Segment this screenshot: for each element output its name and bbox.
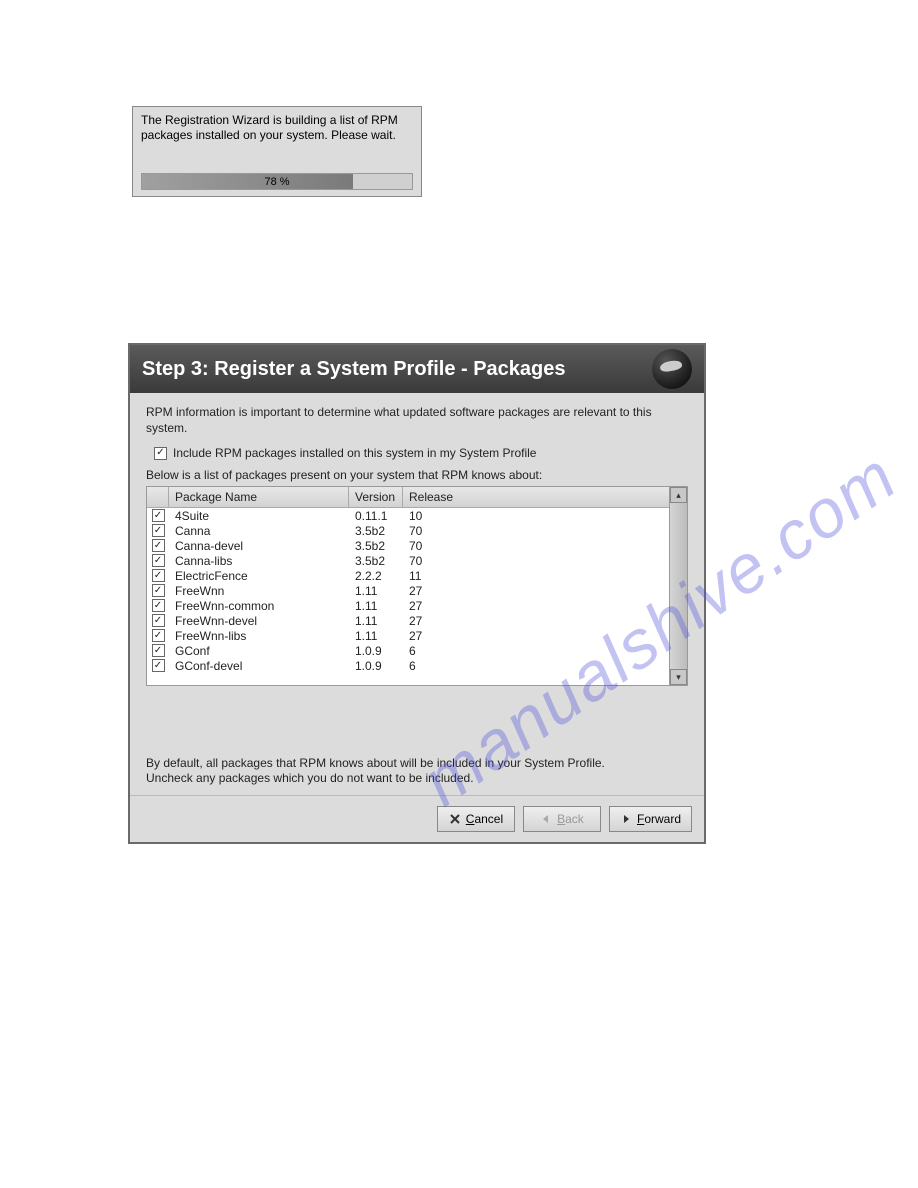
wizard-titlebar: Step 3: Register a System Profile - Pack…	[130, 345, 704, 393]
wizard-footer-note: By default, all packages that RPM knows …	[146, 696, 688, 787]
package-name: ElectricFence	[169, 569, 349, 583]
scroll-up-icon[interactable]: ▴	[670, 487, 687, 503]
package-checkbox[interactable]: ✓	[152, 599, 165, 612]
package-row[interactable]: ✓ FreeWnn-devel1.1127	[147, 613, 669, 628]
package-name: GConf	[169, 644, 349, 658]
col-version[interactable]: Version	[349, 487, 403, 507]
package-rows: ✓4Suite0.11.110✓Canna3.5b270✓Canna-devel…	[147, 508, 669, 685]
package-name: GConf-devel	[169, 659, 349, 673]
package-version: 1.11	[349, 614, 403, 628]
footer-note-line-1: By default, all packages that RPM knows …	[146, 756, 688, 772]
package-version: 3.5b2	[349, 524, 403, 538]
package-row[interactable]: ✓ Canna-devel3.5b270	[147, 538, 669, 553]
package-release: 6	[403, 659, 669, 673]
include-rpm-checkbox[interactable]: ✓	[154, 447, 167, 460]
footer-note-line-2: Uncheck any packages which you do not wa…	[146, 771, 688, 787]
wizard-title: Step 3: Register a System Profile - Pack…	[142, 358, 566, 381]
package-checkbox[interactable]: ✓	[152, 524, 165, 537]
package-release: 6	[403, 644, 669, 658]
package-version: 1.11	[349, 584, 403, 598]
forward-arrow-icon	[620, 813, 632, 825]
package-checkbox[interactable]: ✓	[152, 509, 165, 522]
include-rpm-label: Include RPM packages installed on this s…	[173, 446, 536, 460]
package-list-label: Below is a list of packages present on y…	[146, 468, 688, 482]
progress-message: The Registration Wizard is building a li…	[141, 113, 413, 143]
package-row[interactable]: ✓ Canna-libs3.5b270	[147, 553, 669, 568]
package-version: 2.2.2	[349, 569, 403, 583]
wizard-body: RPM information is important to determin…	[130, 393, 704, 795]
cancel-label: ancel	[474, 812, 503, 826]
package-table-header: Package Name Version Release	[147, 487, 669, 508]
package-row[interactable]: ✓ Canna3.5b270	[147, 523, 669, 538]
redhat-logo-icon	[652, 349, 692, 389]
package-row[interactable]: ✓ GConf-devel1.0.96	[147, 658, 669, 673]
package-release: 27	[403, 584, 669, 598]
package-row[interactable]: ✓ FreeWnn1.1127	[147, 583, 669, 598]
package-name: 4Suite	[169, 509, 349, 523]
cancel-icon	[449, 813, 461, 825]
package-checkbox[interactable]: ✓	[152, 584, 165, 597]
package-name: FreeWnn-devel	[169, 614, 349, 628]
package-row[interactable]: ✓ ElectricFence2.2.211	[147, 568, 669, 583]
package-version: 3.5b2	[349, 539, 403, 553]
package-version: 0.11.1	[349, 509, 403, 523]
wizard-window: Step 3: Register a System Profile - Pack…	[128, 343, 706, 844]
package-name: Canna-devel	[169, 539, 349, 553]
col-package-name[interactable]: Package Name	[169, 487, 349, 507]
col-check[interactable]	[147, 487, 169, 507]
progress-percent-label: 78 %	[142, 174, 412, 189]
package-version: 3.5b2	[349, 554, 403, 568]
forward-label: orward	[644, 812, 681, 826]
package-release: 70	[403, 554, 669, 568]
package-checkbox[interactable]: ✓	[152, 539, 165, 552]
package-release: 27	[403, 629, 669, 643]
package-name: FreeWnn-libs	[169, 629, 349, 643]
package-table: Package Name Version Release ✓ 4Suite0.11…	[147, 487, 669, 685]
package-release: 27	[403, 614, 669, 628]
package-name: Canna-libs	[169, 554, 349, 568]
package-release: 11	[403, 569, 669, 583]
package-checkbox[interactable]: ✓	[152, 554, 165, 567]
package-release: 70	[403, 539, 669, 553]
forward-button[interactable]: Forward	[609, 806, 692, 832]
progress-bar: 78 %	[141, 173, 413, 190]
package-row[interactable]: ✓ GConf1.0.96	[147, 643, 669, 658]
progress-dialog: The Registration Wizard is building a li…	[132, 106, 422, 197]
package-checkbox[interactable]: ✓	[152, 614, 165, 627]
package-scrollbar[interactable]: ▴ ▾	[669, 487, 687, 685]
package-checkbox[interactable]: ✓	[152, 644, 165, 657]
package-checkbox[interactable]: ✓	[152, 629, 165, 642]
package-name: Canna	[169, 524, 349, 538]
package-version: 1.0.9	[349, 659, 403, 673]
wizard-button-bar: Cancel Back Forward	[130, 795, 704, 842]
back-arrow-icon	[540, 813, 552, 825]
back-button[interactable]: Back	[523, 806, 601, 832]
package-version: 1.11	[349, 599, 403, 613]
package-row[interactable]: ✓ FreeWnn-common1.1127	[147, 598, 669, 613]
package-checkbox[interactable]: ✓	[152, 659, 165, 672]
package-row[interactable]: ✓ 4Suite0.11.110	[147, 508, 669, 523]
package-row[interactable]: ✓ FreeWnn-libs1.1127	[147, 628, 669, 643]
col-release[interactable]: Release	[403, 487, 669, 507]
package-release: 10	[403, 509, 669, 523]
package-name: FreeWnn-common	[169, 599, 349, 613]
cancel-button[interactable]: Cancel	[437, 806, 515, 832]
scroll-down-icon[interactable]: ▾	[670, 669, 687, 685]
package-version: 1.11	[349, 629, 403, 643]
include-rpm-checkbox-row[interactable]: ✓ Include RPM packages installed on this…	[154, 446, 688, 460]
package-checkbox[interactable]: ✓	[152, 569, 165, 582]
package-release: 70	[403, 524, 669, 538]
package-name: FreeWnn	[169, 584, 349, 598]
back-label: ack	[565, 812, 584, 826]
package-version: 1.0.9	[349, 644, 403, 658]
package-release: 27	[403, 599, 669, 613]
wizard-info-text: RPM information is important to determin…	[146, 405, 688, 436]
package-table-panel: Package Name Version Release ✓ 4Suite0.11…	[146, 486, 688, 686]
